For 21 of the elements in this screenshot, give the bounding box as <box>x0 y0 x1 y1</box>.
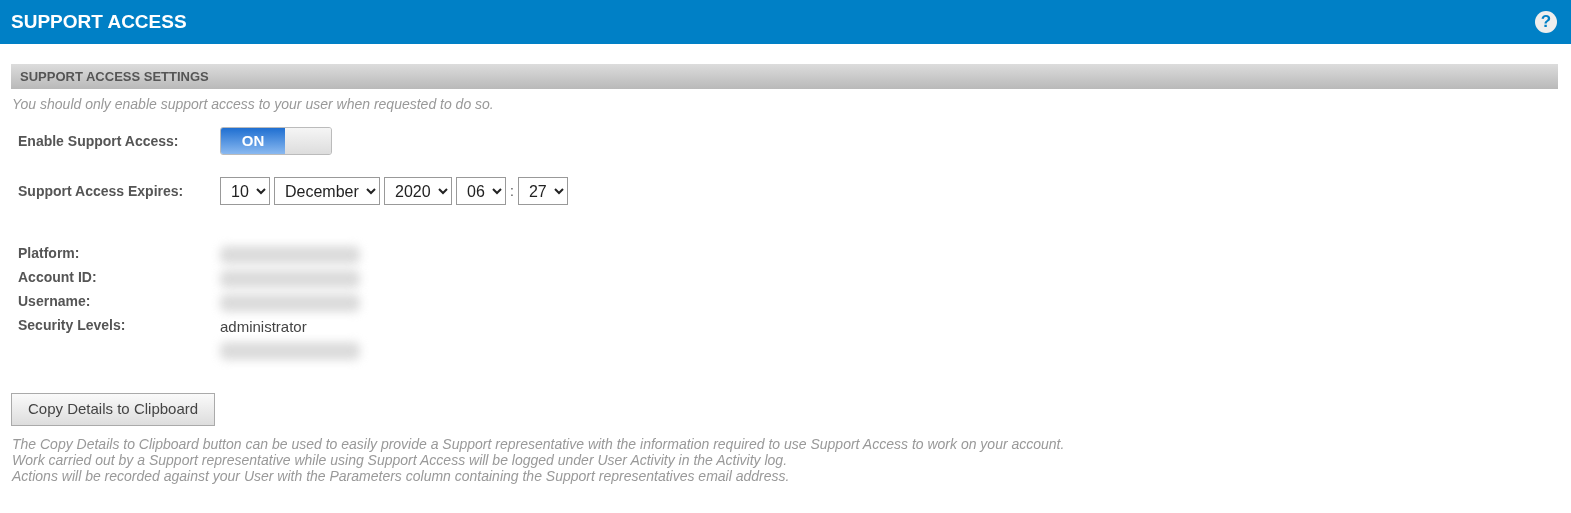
footnote-text: Work carried out by a Support representative while using Support Access will be logged under User Activity in the Activity log. <box>12 451 789 468</box>
field-label: Security Levels: <box>18 316 127 335</box>
help-button[interactable]: ? <box>1535 11 1557 33</box>
field-value: administrator <box>220 316 307 337</box>
field-label: Account ID: <box>18 268 98 287</box>
separator-text: : <box>510 181 514 201</box>
footnote-text: The Copy Details to Clipboard button can be used to easily provide a Support representative with the information required to use Support Access to work on your account. <box>12 435 1066 452</box>
field-label: Support Access Expires: <box>18 181 185 201</box>
info-text: You should only enable support access to your user when requested to do so. <box>12 95 495 114</box>
dropdown[interactable]: 27 <box>517 177 568 205</box>
section-header: SUPPORT ACCESS SETTINGS <box>11 64 1558 89</box>
field-label: Platform: <box>18 244 81 263</box>
field-label: Username: <box>18 292 92 311</box>
dropdown[interactable]: 10 <box>220 177 270 205</box>
copy-button[interactable]: Copy Details to Clipboard <box>11 393 216 426</box>
dropdown[interactable]: 2020 <box>384 177 452 205</box>
field-label: Enable Support Access: <box>18 131 180 151</box>
dropdown[interactable]: 06 <box>456 177 506 205</box>
page-title: SUPPORT ACCESS <box>11 9 187 34</box>
dropdown[interactable]: December <box>274 177 380 205</box>
footnote-text: Actions will be recorded against your User with the Parameters column containing the Support representatives email address. <box>12 467 791 484</box>
